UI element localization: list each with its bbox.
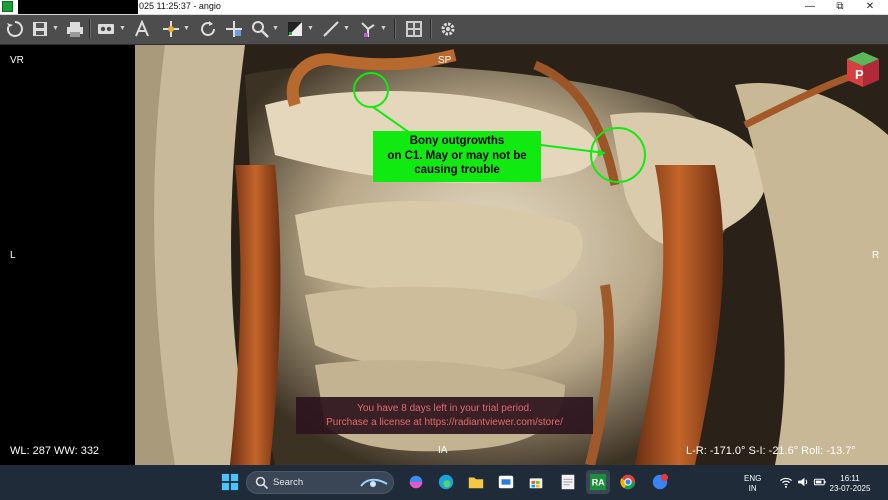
- layout-icon[interactable]: [403, 18, 425, 40]
- language-region: IN: [748, 484, 757, 493]
- toolbar: ▼ ▼ ▼ ▼ ▼ ▼ ▼: [0, 15, 888, 45]
- store-icon[interactable]: [494, 470, 518, 494]
- angle-icon[interactable]: [357, 18, 379, 40]
- clock-date: 23-07-2025: [829, 484, 871, 493]
- trial-notice-line-1: You have 8 days left in your trial perio…: [357, 403, 532, 414]
- print-icon[interactable]: [64, 18, 86, 40]
- view-type-label: VR: [10, 55, 24, 66]
- chevron-down-icon[interactable]: ▼: [183, 25, 190, 32]
- orientation-left-label: L: [10, 250, 16, 261]
- orientation-cube-label: P: [855, 67, 864, 82]
- orientation-right-label: R: [872, 250, 880, 261]
- minimize-button[interactable]: —: [795, 0, 825, 14]
- search-placeholder: Search: [273, 477, 304, 488]
- annotation-line-3: causing trouble: [414, 164, 500, 176]
- annotation-line-1: Bony outgrowths: [409, 135, 505, 147]
- trial-notice-line-2: Purchase a license at https://radiantvie…: [326, 416, 563, 428]
- annotation-line-2: on C1. May or may not be: [387, 149, 527, 162]
- window-level-readout: WL: 287 WW: 332: [10, 445, 100, 457]
- save-icon[interactable]: [29, 18, 51, 40]
- annotation-text-box[interactable]: Bony outgrowths on C1. May or may not be…: [373, 131, 541, 182]
- chevron-down-icon[interactable]: ▼: [52, 25, 59, 32]
- search-highlight-icon: [360, 478, 388, 487]
- pan-icon[interactable]: [160, 18, 182, 40]
- image-viewport[interactable]: VR SP L R IA WL: 287 WW: 332 L-R: -171.0…: [0, 45, 888, 465]
- trial-notice[interactable]: You have 8 days left in your trial perio…: [296, 397, 593, 434]
- svg-text:RA: RA: [592, 478, 605, 488]
- title-redaction: [18, 0, 138, 14]
- chevron-down-icon[interactable]: ▼: [272, 25, 279, 32]
- window-level-icon[interactable]: [284, 18, 306, 40]
- chevron-down-icon[interactable]: ▼: [119, 25, 126, 32]
- text-annotation-icon[interactable]: [131, 18, 153, 40]
- edge-icon[interactable]: [434, 470, 458, 494]
- messenger-icon[interactable]: [648, 470, 672, 494]
- toolbar-divider: [394, 19, 396, 39]
- clock[interactable]: 16:11 23-07-2025: [826, 474, 874, 494]
- crosshair-icon[interactable]: [223, 18, 245, 40]
- close-button[interactable]: ✕: [855, 0, 885, 14]
- clock-time: 16:11: [840, 474, 860, 483]
- view-mode-icon[interactable]: [95, 18, 117, 40]
- orientation-bottom-label: IA: [438, 445, 448, 456]
- chevron-down-icon[interactable]: ▼: [343, 25, 350, 32]
- chrome-icon[interactable]: [616, 470, 640, 494]
- file-explorer-icon[interactable]: [464, 470, 488, 494]
- notepad-icon[interactable]: [556, 470, 580, 494]
- toolbar-divider: [89, 19, 91, 39]
- orientation-readout: L-R: -171.0° S-I: -21.6° Roll: -13.7°: [686, 445, 856, 457]
- orientation-cube-icon[interactable]: P: [843, 49, 883, 89]
- taskbar: Search RA ENG IN 16:11 23-07-2025: [0, 465, 888, 500]
- language-code: ENG: [744, 474, 762, 483]
- rotate-icon[interactable]: [197, 18, 219, 40]
- store-bag-icon[interactable]: [524, 470, 548, 494]
- settings-icon[interactable]: [437, 18, 459, 40]
- language-indicator[interactable]: ENG IN: [744, 474, 761, 494]
- sync-icon[interactable]: [4, 18, 26, 40]
- title-bar: 025 11:25:37 - angio — ⧉ ✕: [0, 0, 888, 15]
- measure-icon[interactable]: [320, 18, 342, 40]
- orientation-top-label: SP: [438, 55, 452, 66]
- app-icon: [2, 1, 13, 12]
- window-title: 025 11:25:37 - angio: [139, 1, 221, 11]
- zoom-icon[interactable]: [249, 18, 271, 40]
- maximize-button[interactable]: ⧉: [825, 0, 855, 14]
- toolbar-divider: [430, 19, 432, 39]
- radiant-icon[interactable]: RA: [586, 470, 610, 494]
- chevron-down-icon[interactable]: ▼: [307, 25, 314, 32]
- taskbar-search-box[interactable]: Search: [246, 471, 394, 494]
- search-icon: [255, 476, 269, 490]
- chevron-down-icon[interactable]: ▼: [380, 25, 387, 32]
- copilot-icon[interactable]: [404, 470, 428, 494]
- windows-start-icon[interactable]: [218, 470, 242, 494]
